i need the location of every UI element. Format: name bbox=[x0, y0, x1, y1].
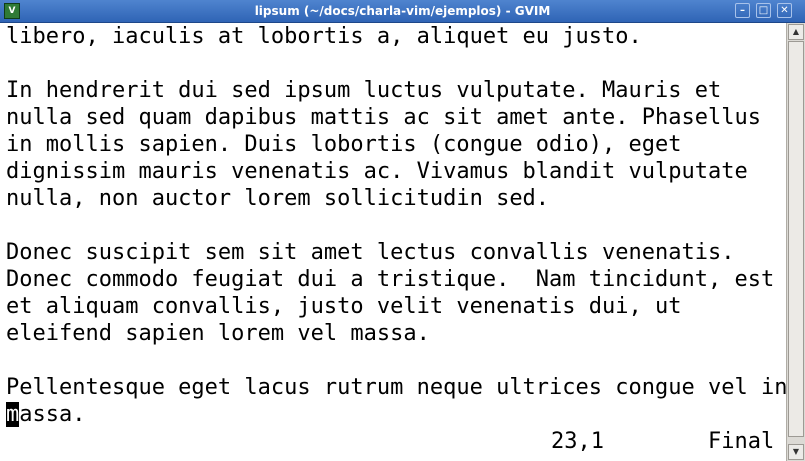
text-line: Pellentesque eget lacus rutrum neque ult… bbox=[6, 375, 786, 400]
text-line: dignissim mauris venenatis ac. Vivamus b… bbox=[6, 159, 748, 184]
cursor-line: massa. bbox=[6, 401, 85, 428]
maximize-button[interactable]: □ bbox=[756, 3, 771, 18]
minimize-button[interactable]: – bbox=[735, 3, 750, 18]
vertical-scrollbar[interactable]: ▲ ▼ bbox=[786, 23, 805, 461]
text-line: nulla, non auctor lorem sollicitudin sed… bbox=[6, 186, 550, 211]
text-line: in mollis sapien. Duis lobortis (congue … bbox=[6, 132, 682, 157]
close-button[interactable]: ✕ bbox=[777, 3, 792, 18]
title-bar[interactable]: V lipsum (~/docs/charla-vim/ejemplos) - … bbox=[0, 0, 805, 23]
ruler-scroll-position: Final bbox=[708, 429, 775, 454]
text-line: In hendrerit dui sed ipsum luctus vulput… bbox=[6, 78, 722, 103]
ruler-cursor-position: 23,1 bbox=[551, 429, 604, 454]
text-line: libero, iaculis at lobortis a, aliquet e… bbox=[6, 24, 642, 49]
text-line: nulla sed quam dapibus mattis ac sit ame… bbox=[6, 105, 761, 130]
text-editor-area[interactable]: libero, iaculis at lobortis a, aliquet e… bbox=[0, 23, 786, 461]
gvim-window: V lipsum (~/docs/charla-vim/ejemplos) - … bbox=[0, 0, 805, 461]
text-line: eleifend sapien lorem vel massa. bbox=[6, 321, 430, 346]
text-line: Donec suscipit sem sit amet lectus conva… bbox=[6, 240, 735, 265]
cursor-line-text: assa. bbox=[19, 402, 86, 427]
window-title: lipsum (~/docs/charla-vim/ejemplos) - GV… bbox=[254, 4, 551, 18]
scroll-down-icon[interactable]: ▼ bbox=[788, 444, 804, 460]
text-line: et aliquam convallis, justo velit venena… bbox=[6, 294, 682, 319]
text-cursor: m bbox=[6, 402, 20, 427]
scrollbar-thumb[interactable] bbox=[788, 41, 804, 437]
text-line: Donec commodo feugiat dui a tristique. N… bbox=[6, 267, 775, 292]
scroll-up-icon[interactable]: ▲ bbox=[788, 24, 804, 40]
